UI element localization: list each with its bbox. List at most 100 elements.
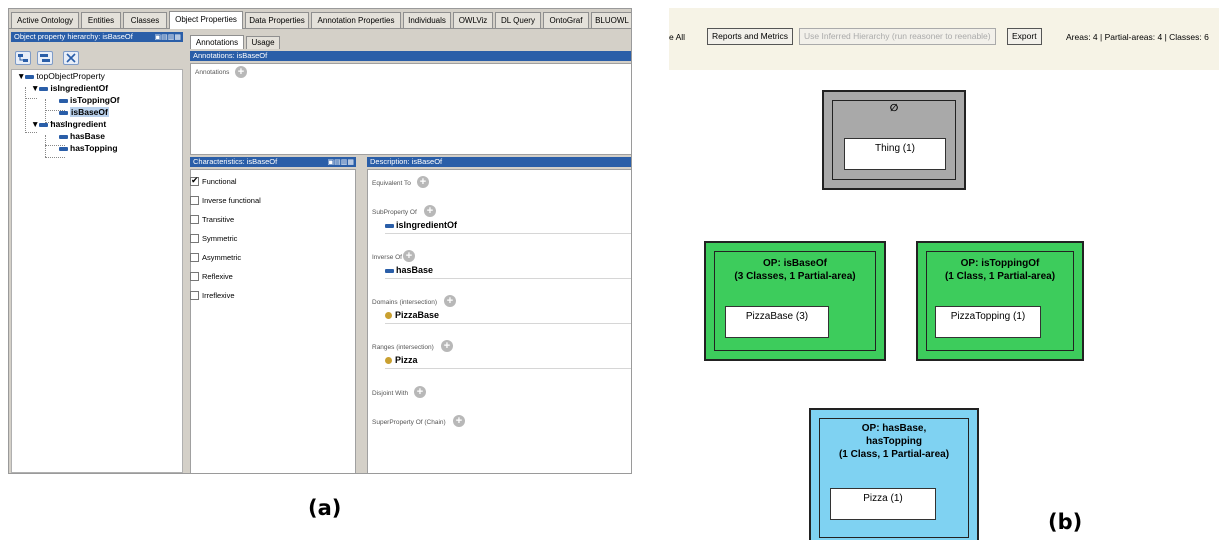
tab-dl-query[interactable]: DL Query (495, 12, 541, 28)
functional-label: Functional (202, 177, 237, 186)
functional-checkbox[interactable]: ✔ (190, 175, 199, 186)
class-icon (385, 357, 392, 365)
symmetric-checkbox[interactable] (190, 234, 199, 243)
partial-area-pizza[interactable]: Pizza (1) (830, 488, 936, 520)
tab-individuals[interactable]: Individuals (403, 12, 451, 28)
view-controls-icon[interactable]: ▣▤▥▦ (155, 33, 181, 42)
irreflexive-checkbox[interactable] (190, 291, 199, 300)
caption-a: (a) (308, 496, 342, 520)
subproperty-value[interactable]: isIngredientOf (385, 220, 457, 230)
symmetric-label: Symmetric (202, 234, 238, 243)
tab-bluowl[interactable]: BLUOWL (591, 12, 631, 28)
annotations-panel: Annotations + (190, 63, 631, 155)
tree-item-top-object-property[interactable]: ▼ topObjectProperty (17, 71, 105, 82)
add-chain-icon[interactable]: + (453, 415, 465, 427)
inverse-functional-checkbox[interactable] (190, 196, 199, 205)
tree-item-has-base[interactable]: hasBase (59, 131, 105, 142)
add-sub-icon (18, 54, 28, 62)
area-root[interactable]: ∅ Thing (1) (822, 90, 966, 190)
description-title-bar: Description: isBaseOf (367, 157, 631, 167)
inverse-of-label: Inverse Of (372, 254, 402, 261)
tab-annotations[interactable]: Annotations (190, 35, 244, 49)
domains-label: Domains (intersection) (372, 299, 438, 306)
reports-and-metrics-button[interactable]: Reports and Metrics (707, 28, 794, 45)
ranges-label: Ranges (intersection) (372, 344, 434, 351)
hierarchy-title: Object property hierarchy: isBaseOf (14, 32, 133, 41)
tree-item-is-topping-of[interactable]: isToppingOf (59, 95, 119, 106)
inverse-value[interactable]: hasBase (385, 265, 433, 275)
property-icon (59, 110, 68, 115)
add-disjoint-icon[interactable]: + (414, 386, 426, 398)
partial-area-pizza-base[interactable]: PizzaBase (3) (725, 306, 829, 338)
reflexive-label: Reflexive (202, 272, 233, 281)
annotations-label: Annotations (195, 69, 230, 76)
equivalent-to-label: Equivalent To (372, 180, 411, 187)
expand-icon[interactable]: ▼ (31, 83, 39, 93)
figure: Active Ontology Entities Classes Object … (0, 0, 1219, 540)
characteristics-title: Characteristics: isBaseOf (193, 157, 278, 166)
divider (385, 368, 631, 369)
view-controls-icon[interactable]: ▣▤▥▦ (328, 158, 354, 167)
property-icon (59, 146, 68, 151)
add-inverse-icon[interactable]: + (403, 250, 415, 262)
area-has-base-has-topping[interactable]: OP: hasBase, hasTopping (1 Class, 1 Part… (809, 408, 979, 540)
delete-icon (66, 53, 76, 63)
expand-icon[interactable]: ▼ (31, 119, 39, 129)
tree-item-has-topping[interactable]: hasTopping (59, 143, 118, 154)
irreflexive-label: Irreflexive (202, 291, 235, 300)
divider (385, 323, 631, 324)
tree-item-is-ingredient-of[interactable]: ▼ isIngredientOf (31, 83, 108, 94)
summary-counts: Areas: 4 | Partial-areas: 4 | Classes: 6 (1066, 32, 1209, 42)
tree-guide (25, 98, 37, 99)
reflexive-checkbox[interactable] (190, 272, 199, 281)
tab-owlviz[interactable]: OWLViz (453, 12, 493, 28)
asymmetric-checkbox[interactable] (190, 253, 199, 262)
ranges-value[interactable]: Pizza (385, 355, 418, 365)
partial-area-thing[interactable]: Thing (1) (844, 138, 946, 170)
property-icon (39, 86, 49, 91)
superproperty-chain-label: SuperProperty Of (Chain) (372, 419, 446, 426)
export-button[interactable]: Export (1007, 28, 1042, 45)
tab-classes[interactable]: Classes (123, 12, 167, 28)
subproperty-of-label: SubProperty Of (372, 209, 417, 216)
tab-entities[interactable]: Entities (81, 12, 121, 28)
add-sibling-button[interactable] (37, 51, 53, 65)
partial-area-pizza-topping[interactable]: PizzaTopping (1) (935, 306, 1041, 338)
transitive-checkbox[interactable] (190, 215, 199, 224)
tree-guide (25, 132, 37, 133)
area-is-base-of[interactable]: OP: isBaseOf (3 Classes, 1 Partial-area)… (704, 241, 886, 361)
tree-item-is-base-of[interactable]: isBaseOf (59, 107, 109, 118)
tree-guide (45, 135, 46, 157)
tab-bar: Active Ontology Entities Classes Object … (9, 9, 631, 29)
property-icon (385, 223, 394, 228)
tab-annotation-properties[interactable]: Annotation Properties (311, 12, 401, 28)
add-domain-icon[interactable]: + (444, 295, 456, 307)
characteristics-title-bar: Characteristics: isBaseOf ▣▤▥▦ (190, 157, 356, 167)
add-subproperty-button[interactable] (15, 51, 31, 65)
add-annotation-icon[interactable]: + (235, 66, 247, 78)
truncated-button-label[interactable]: e All (669, 32, 685, 42)
delete-property-button[interactable] (63, 51, 79, 65)
tab-ontograf[interactable]: OntoGraf (543, 12, 589, 28)
asymmetric-label: Asymmetric (202, 253, 242, 262)
tab-active-ontology[interactable]: Active Ontology (11, 12, 79, 28)
area-is-base-of-title: OP: isBaseOf (3 Classes, 1 Partial-area) (734, 258, 856, 282)
domains-value[interactable]: PizzaBase (385, 310, 439, 320)
tree-guide (45, 157, 65, 158)
add-range-icon[interactable]: + (441, 340, 453, 352)
taxonomy-view: e All Reports and Metrics Use Inferred H… (669, 8, 1219, 540)
tab-object-properties[interactable]: Object Properties (169, 11, 243, 29)
transitive-label: Transitive (202, 215, 235, 224)
area-is-topping-of-title: OP: isToppingOf (1 Class, 1 Partial-area… (944, 258, 1056, 282)
area-is-topping-of[interactable]: OP: isToppingOf (1 Class, 1 Partial-area… (916, 241, 1084, 361)
tab-data-properties[interactable]: Data Properties (245, 12, 309, 28)
tab-usage[interactable]: Usage (246, 36, 280, 49)
divider (385, 278, 631, 279)
tree-item-has-ingredient[interactable]: ▼ hasIngredient (31, 119, 106, 130)
expand-icon[interactable]: ▼ (17, 71, 25, 81)
add-subproperty-icon[interactable]: + (424, 205, 436, 217)
use-inferred-hierarchy-button[interactable]: Use Inferred Hierarchy (run reasoner to … (799, 28, 996, 45)
taxonomy-toolbar: e All Reports and Metrics Use Inferred H… (669, 8, 1219, 70)
add-equivalent-icon[interactable]: + (417, 176, 429, 188)
divider (385, 233, 631, 234)
